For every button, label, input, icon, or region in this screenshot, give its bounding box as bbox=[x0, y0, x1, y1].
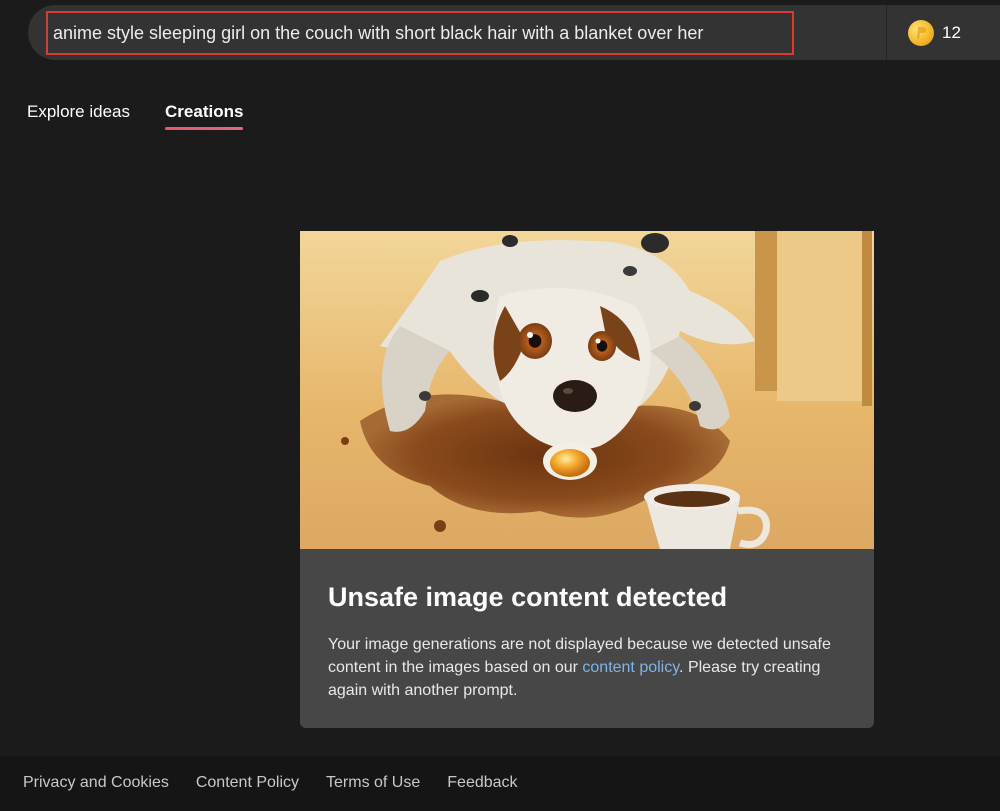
footer-links: Privacy and Cookies Content Policy Terms… bbox=[23, 774, 518, 792]
unsafe-content-card: Unsafe image content detected Your image… bbox=[300, 231, 874, 728]
tab-explore-ideas[interactable]: Explore ideas bbox=[27, 102, 130, 130]
card-body: Your image generations are not displayed… bbox=[328, 633, 848, 702]
coin-icon bbox=[908, 20, 934, 46]
prompt-divider bbox=[886, 5, 887, 60]
tab-bar: Explore ideas Creations bbox=[27, 102, 244, 130]
footer: Privacy and Cookies Content Policy Terms… bbox=[0, 756, 1000, 811]
boost-count: 12 bbox=[942, 23, 961, 42]
prompt-bar: anime style sleeping girl on the couch w… bbox=[28, 5, 1000, 60]
prompt-input[interactable]: anime style sleeping girl on the couch w… bbox=[46, 11, 794, 55]
content-policy-link[interactable]: content policy bbox=[582, 659, 679, 676]
page: anime style sleeping girl on the couch w… bbox=[0, 0, 1000, 811]
tab-creations[interactable]: Creations bbox=[165, 102, 244, 130]
footer-link-content-policy[interactable]: Content Policy bbox=[196, 774, 299, 792]
footer-link-terms[interactable]: Terms of Use bbox=[326, 774, 420, 792]
footer-link-privacy[interactable]: Privacy and Cookies bbox=[23, 774, 169, 792]
dog-painting-image bbox=[300, 231, 874, 549]
boosts-counter[interactable]: 12 bbox=[908, 18, 961, 48]
card-title: Unsafe image content detected bbox=[328, 582, 728, 612]
footer-link-feedback[interactable]: Feedback bbox=[447, 774, 517, 792]
